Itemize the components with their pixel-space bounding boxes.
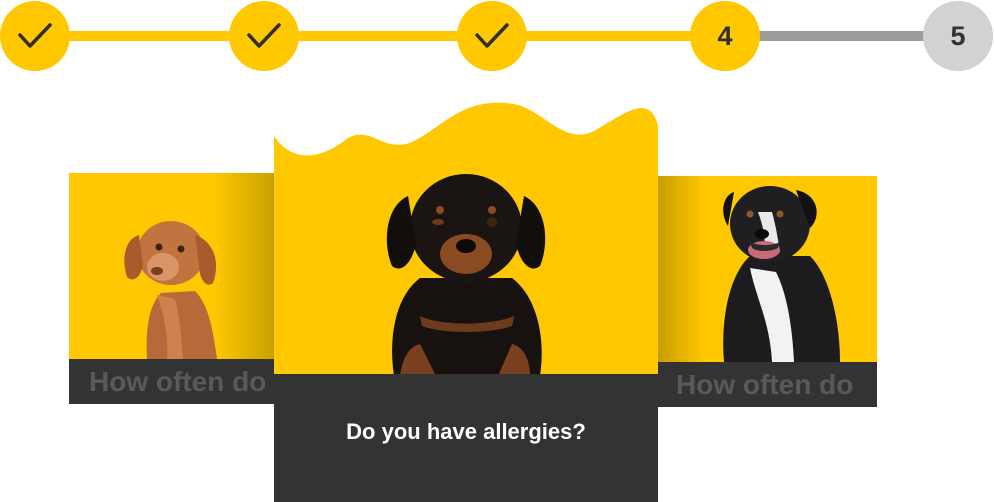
question-text: How often do (69, 359, 275, 404)
vizsla-dog-image (124, 221, 217, 359)
progress-stepper: 4 5 (0, 0, 994, 72)
check-icon (247, 23, 281, 48)
step-4-current[interactable]: 4 (690, 1, 760, 71)
step-number: 4 (717, 20, 733, 51)
question-text: Do you have allergies? (274, 374, 658, 502)
rottweiler-puppy-image (386, 174, 546, 376)
stepper-track-completed (35, 31, 725, 41)
check-icon (475, 23, 509, 48)
question-card-previous[interactable]: How often do (69, 173, 275, 404)
step-1[interactable] (0, 1, 70, 71)
check-icon (18, 23, 52, 48)
border-collie-dog-image (723, 186, 840, 362)
question-card-current[interactable]: Do you have allergies? (274, 96, 658, 502)
step-number: 5 (950, 20, 966, 51)
step-3[interactable] (457, 1, 527, 71)
question-text: How often do (656, 362, 877, 407)
question-card-next[interactable]: How often do (656, 176, 877, 407)
step-2[interactable] (229, 1, 299, 71)
step-5-upcoming[interactable]: 5 (923, 1, 993, 71)
